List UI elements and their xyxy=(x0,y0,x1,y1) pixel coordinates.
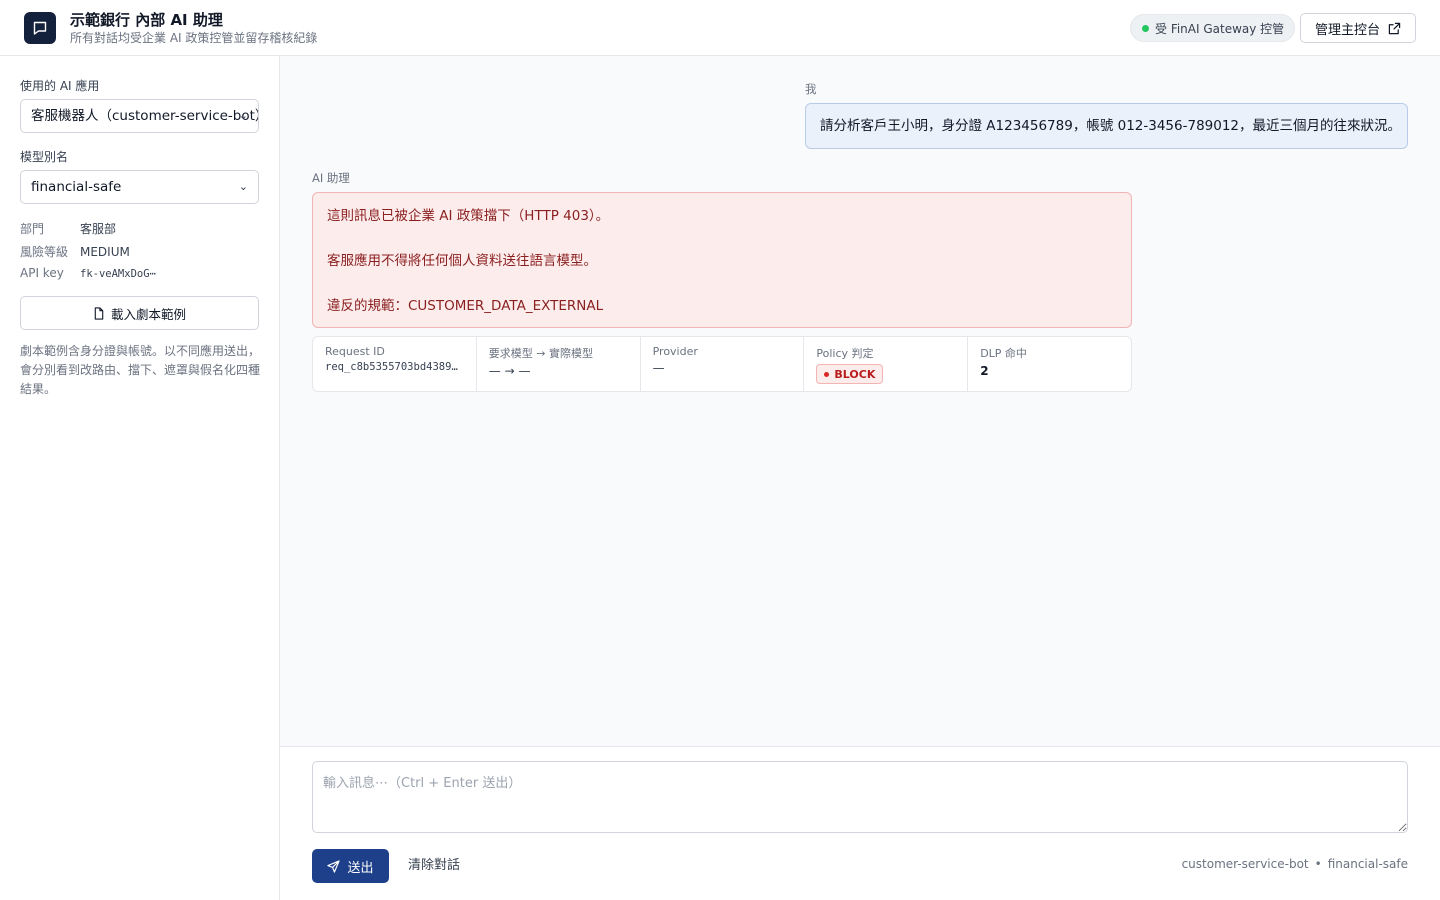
provider-cell: Provider — xyxy=(641,337,805,391)
composer: 送出 清除對話 customer-service-bot•financial-s… xyxy=(280,746,1440,900)
meta-api-key: API key fk-veAMxDoG⋯ xyxy=(20,266,156,280)
session-info: customer-service-bot • financial-safe xyxy=(1181,857,1408,871)
clear-chat-button[interactable]: 清除對話 xyxy=(408,849,460,883)
ai-message-line: 違反的規範：CUSTOMER_DATA_EXTERNAL xyxy=(327,298,604,314)
sidebar: 使用的 AI 應用 客服機器人（customer-service-bot） ⌄ … xyxy=(0,56,280,900)
block-dot-icon xyxy=(824,371,830,377)
ai-message-line: 這則訊息已被企業 AI 政策擋下（HTTP 403）。 xyxy=(327,208,610,224)
ai-message-line: 客服應用不得將任何個人資料送往語言模型。 xyxy=(327,253,597,269)
model-select-value: financial-safe xyxy=(31,179,122,195)
chevron-down-icon: ⌄ xyxy=(238,109,248,122)
page-title: 示範銀行 內部 AI 助理 xyxy=(70,11,223,29)
app-select-label: 使用的 AI 應用 xyxy=(20,79,100,93)
gateway-status-label: 受 FinAI Gateway 控管 xyxy=(1155,22,1285,36)
model-map-cell: 要求模型 → 實際模型 — → — xyxy=(477,337,641,391)
status-dot-icon xyxy=(1142,25,1149,32)
model-select-label: 模型別名 xyxy=(20,150,69,164)
request-id-value: req_c8b5355703bd43898d⋯ xyxy=(325,361,464,373)
dlp-cell: DLP 命中 2 xyxy=(968,337,1131,391)
send-icon xyxy=(327,859,341,873)
chat-bubble-icon xyxy=(24,12,56,44)
app-select-value: 客服機器人（customer-service-bot） xyxy=(31,108,259,124)
send-label: 送出 xyxy=(347,859,374,875)
request-info-grid: Request ID req_c8b5355703bd43898d⋯ 要求模型 … xyxy=(312,336,1132,392)
ai-role-label: AI 助理 xyxy=(312,171,350,185)
external-link-icon xyxy=(1388,22,1401,34)
chat-area: 我 請分析客戶王小明，身分證 A123456789，帳號 012-3456-78… xyxy=(280,56,1440,746)
app-select[interactable]: 客服機器人（customer-service-bot） ⌄ xyxy=(20,99,259,133)
send-button[interactable]: 送出 xyxy=(312,849,389,883)
dlp-value: 2 xyxy=(980,364,989,378)
user-message: 請分析客戶王小明，身分證 A123456789，帳號 012-3456-7890… xyxy=(805,103,1408,149)
script-hint: 劇本範例含身分證與帳號。以不同應用送出，會分別看到改路由、擋下、遮罩與假名化四種… xyxy=(20,344,261,396)
file-icon xyxy=(94,306,104,320)
model-select[interactable]: financial-safe ⌄ xyxy=(20,170,259,204)
chevron-down-icon: ⌄ xyxy=(238,180,248,193)
gateway-status-badge: 受 FinAI Gateway 控管 xyxy=(1130,14,1296,42)
load-script-label: 載入劇本範例 xyxy=(110,307,186,322)
session-model: financial-safe xyxy=(1327,857,1408,871)
meta-department: 部門 客服部 xyxy=(20,222,117,236)
request-id-cell: Request ID req_c8b5355703bd43898d⋯ xyxy=(313,337,477,391)
meta-risk-level: 風險等級 MEDIUM xyxy=(20,245,130,259)
provider-value: — xyxy=(652,361,665,375)
app-header: 示範銀行 內部 AI 助理 所有對話均受企業 AI 政策控管並留存稽核紀錄 受 … xyxy=(0,0,1440,56)
policy-cell: Policy 判定 BLOCK xyxy=(804,337,969,391)
admin-console-label: 管理主控台 xyxy=(1314,21,1380,37)
message-input[interactable] xyxy=(312,761,1408,833)
model-map-value: — → — xyxy=(488,364,531,378)
policy-block-badge: BLOCK xyxy=(816,364,884,384)
load-script-button[interactable]: 載入劇本範例 xyxy=(20,296,259,330)
page-subtitle: 所有對話均受企業 AI 政策控管並留存稽核紀錄 xyxy=(70,31,318,45)
ai-blocked-message: 這則訊息已被企業 AI 政策擋下（HTTP 403）。 客服應用不得將任何個人資… xyxy=(312,192,1132,328)
admin-console-button[interactable]: 管理主控台 xyxy=(1300,13,1416,43)
session-app: customer-service-bot xyxy=(1181,857,1309,871)
user-role-label: 我 xyxy=(805,82,817,96)
